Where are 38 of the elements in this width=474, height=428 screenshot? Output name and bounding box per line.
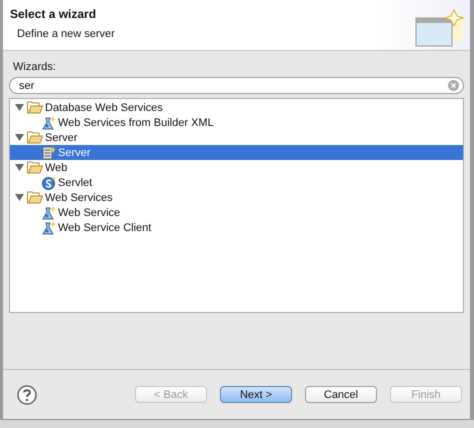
category-label[interactable]: Database Web Services bbox=[45, 102, 163, 114]
wizard-item[interactable]: Web Service bbox=[58, 206, 120, 218]
wizard-button[interactable]: Next > bbox=[220, 386, 292, 403]
expander-icon[interactable] bbox=[15, 133, 24, 142]
folder-icon bbox=[27, 131, 43, 144]
expander-icon[interactable] bbox=[15, 163, 24, 172]
help-icon[interactable] bbox=[17, 384, 37, 404]
tree-row[interactable]: Web Service Client bbox=[10, 220, 463, 235]
wizards-label: Wizards: bbox=[13, 61, 57, 73]
tree-row[interactable]: Web Services bbox=[10, 190, 463, 205]
tree-row[interactable]: Database Web Services bbox=[10, 100, 463, 115]
wizard-description: Define a new server bbox=[17, 28, 115, 40]
category-label[interactable]: Web bbox=[45, 162, 68, 174]
folder-icon bbox=[27, 101, 43, 114]
tree-row[interactable]: Server bbox=[10, 145, 463, 160]
search-field[interactable]: ser bbox=[9, 77, 464, 94]
web-service-icon bbox=[42, 220, 56, 234]
servlet-icon bbox=[42, 176, 56, 190]
web-service-icon bbox=[42, 206, 56, 220]
tree-row[interactable]: Web bbox=[10, 160, 463, 175]
expander-icon[interactable] bbox=[15, 193, 24, 202]
tree-row[interactable]: Web Services from Builder XML bbox=[10, 115, 463, 130]
wizard-item[interactable]: Web Service Client bbox=[58, 222, 152, 234]
wizard-item[interactable]: Web Services from Builder XML bbox=[58, 116, 214, 128]
tree-row[interactable]: Web Service bbox=[10, 205, 463, 220]
category-label[interactable]: Web Services bbox=[45, 192, 113, 204]
wizard-item[interactable]: Server bbox=[58, 146, 90, 158]
server-icon bbox=[42, 146, 56, 160]
web-service-icon bbox=[42, 116, 56, 130]
wizard-item[interactable]: Servlet bbox=[58, 176, 92, 188]
tree-row[interactable]: Servlet bbox=[10, 175, 463, 190]
folder-icon bbox=[27, 161, 43, 174]
category-label[interactable]: Server bbox=[45, 132, 78, 144]
wizard-title: Select a wizard bbox=[10, 7, 98, 21]
folder-icon bbox=[27, 191, 43, 204]
tree-row[interactable]: Server bbox=[10, 130, 463, 145]
wizard-button[interactable]: Cancel bbox=[305, 386, 377, 403]
expander-icon[interactable] bbox=[15, 103, 24, 112]
